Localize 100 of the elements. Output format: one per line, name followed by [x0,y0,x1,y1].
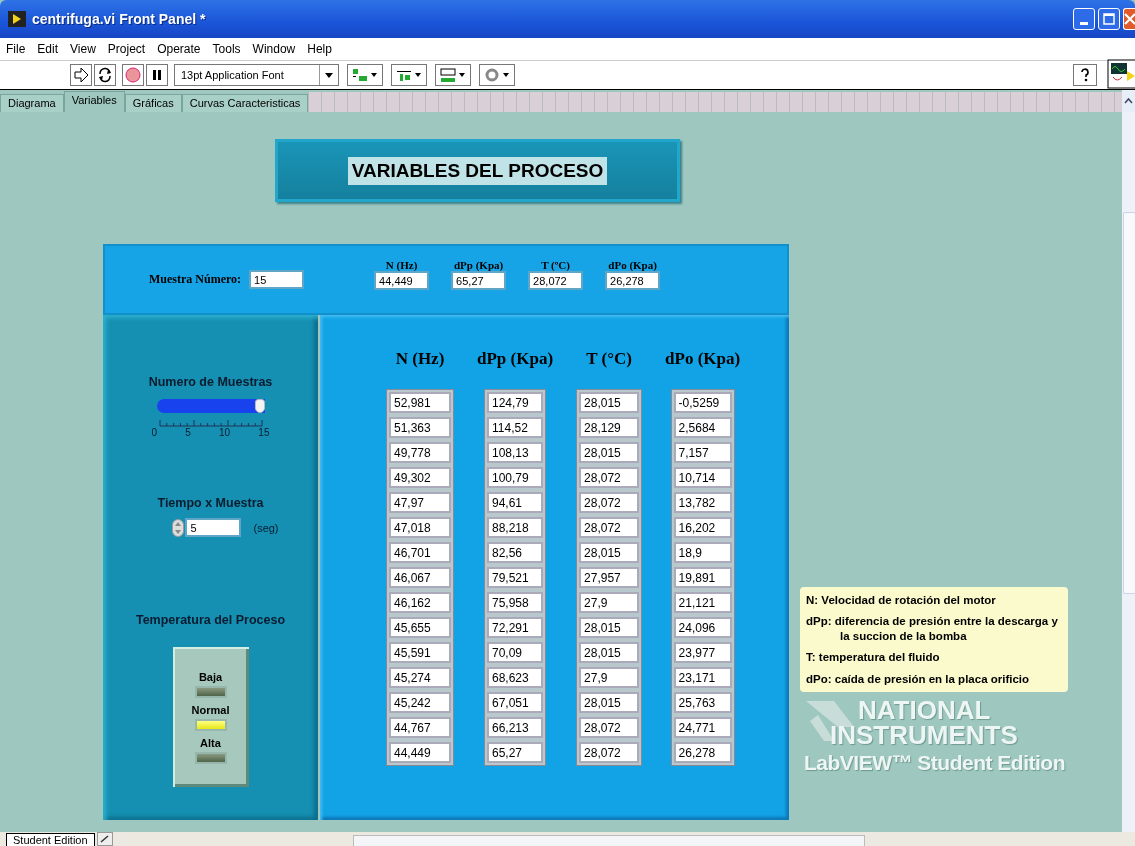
pause-button[interactable] [146,64,168,86]
abort-button[interactable] [122,64,144,86]
table-cell: 44,767 [389,717,451,738]
table-cell: 27,9 [579,592,640,613]
reading-field: 65,27 [451,271,507,290]
table-cell: 72,291 [487,617,543,638]
reading-field: 28,072 [528,271,584,290]
column-header: dPo (Kpa) [665,349,741,370]
table-cell: 28,129 [579,417,640,438]
table-cell: 68,623 [487,667,543,688]
table-cell: 100,79 [487,467,543,488]
increment-decrement-button[interactable] [172,518,185,537]
maximize-button[interactable] [1098,8,1120,30]
font-dropdown[interactable]: 13pt Application Font [174,64,339,86]
table-cell: 23,171 [673,667,732,688]
table-cell: 108,13 [487,442,543,463]
column-header: T (°C) [586,349,632,370]
reading-label: dPp (Kpa) [454,259,504,271]
vertical-scrollbar[interactable] [1122,112,1135,832]
led-label: Baja [198,670,223,683]
close-icon [1124,13,1135,25]
stop-icon [125,67,141,83]
scroll-thumb[interactable] [1123,212,1135,594]
table-cell: 16,202 [673,517,732,538]
menu-item[interactable]: Tools [212,42,241,56]
resize-objects-icon [439,67,467,83]
horizontal-scrollbar[interactable] [352,835,865,846]
caret-icon [325,72,333,78]
table-cell: 94,61 [487,492,543,513]
table-cell: 88,218 [487,517,543,538]
table-cell: 45,655 [389,617,451,638]
table-cell: 13,782 [673,492,732,513]
field-label: Muestra Número: [149,272,242,287]
resize-button[interactable] [435,64,471,86]
run-continuously-button[interactable] [94,64,116,86]
reading-field: 26,278 [605,271,661,290]
table-cell: 114,52 [487,417,543,438]
time-label: Tiempo x Muestra [157,496,264,510]
table-cell: 79,521 [487,567,543,588]
table-cell: 28,015 [579,642,640,663]
table-cell: -0,5259 [673,392,732,413]
slider-thumb[interactable] [254,398,265,413]
tab[interactable]: Curvas Caracteristicas [181,94,309,112]
table-cell: 46,162 [389,592,451,613]
table-cell: 47,97 [389,492,451,513]
reading-label: dPo (Kpa) [608,259,657,271]
table-cell: 28,072 [579,492,640,513]
table-cell: 10,714 [673,467,732,488]
vi-icon[interactable] [1107,59,1135,89]
led-label: Alta [200,736,221,749]
minimize-icon [1080,21,1088,25]
time-field[interactable]: 5 [185,518,242,537]
table-cell: 67,051 [487,692,543,713]
minimize-button[interactable] [1073,8,1095,30]
legend-entry: N: Velocidad de rotación del motor [806,593,997,608]
table-cell: 75,958 [487,592,543,613]
table-cell: 52,981 [389,392,451,413]
table-cell: 44,449 [389,742,451,763]
menu-item[interactable]: Help [307,42,332,56]
table-cell: 49,778 [389,442,451,463]
table-cell: 124,79 [487,392,543,413]
menu-item[interactable]: Operate [157,42,201,56]
menu-item[interactable]: Edit [37,42,59,56]
menu-item[interactable]: File [6,42,26,56]
tab[interactable]: Variables [63,91,125,112]
run-button[interactable] [70,64,92,86]
tab[interactable]: Gráficas [124,94,182,112]
align-objects-icon [351,67,379,83]
table-cell: 82,56 [487,542,543,563]
reading-label: N (Hz) [385,259,418,271]
table-cell: 19,891 [673,567,732,588]
table-cell: 45,242 [389,692,451,713]
status-tab[interactable]: Student Edition [6,833,95,846]
distribute-button[interactable] [391,64,427,86]
legend-entry: dPo: caída de presión en la placa orificio [806,671,1031,686]
menu-item[interactable]: View [70,42,96,56]
reorder-button[interactable] [479,64,515,86]
tick-label: 10 [219,427,231,438]
table-cell: 18,9 [673,542,732,563]
reading-label: T (ºC) [541,259,570,271]
table-cell: 28,015 [579,542,640,563]
table-cell: 46,701 [389,542,451,563]
table-cell: 66,213 [487,717,543,738]
table-cell: 28,015 [579,442,640,463]
legend-entry: T: temperatura del fluido [806,650,941,665]
table-cell: 28,072 [579,467,640,488]
close-button[interactable] [1123,8,1135,30]
table-cell: 24,771 [673,717,732,738]
menu-item[interactable]: Project [107,42,146,56]
arrow-icon [73,67,89,83]
table-cell: 46,067 [389,567,451,588]
align-button[interactable] [347,64,383,86]
help-button[interactable] [1073,64,1097,86]
menu-item[interactable]: Window [252,42,296,56]
cycle-arrows-icon [97,67,113,83]
unit-label: (seg) [253,521,279,534]
table-cell: 65,27 [487,742,543,763]
tab[interactable]: Diagrama [0,94,64,112]
table-cell: 21,121 [673,592,732,613]
table-cell: 27,9 [579,667,640,688]
